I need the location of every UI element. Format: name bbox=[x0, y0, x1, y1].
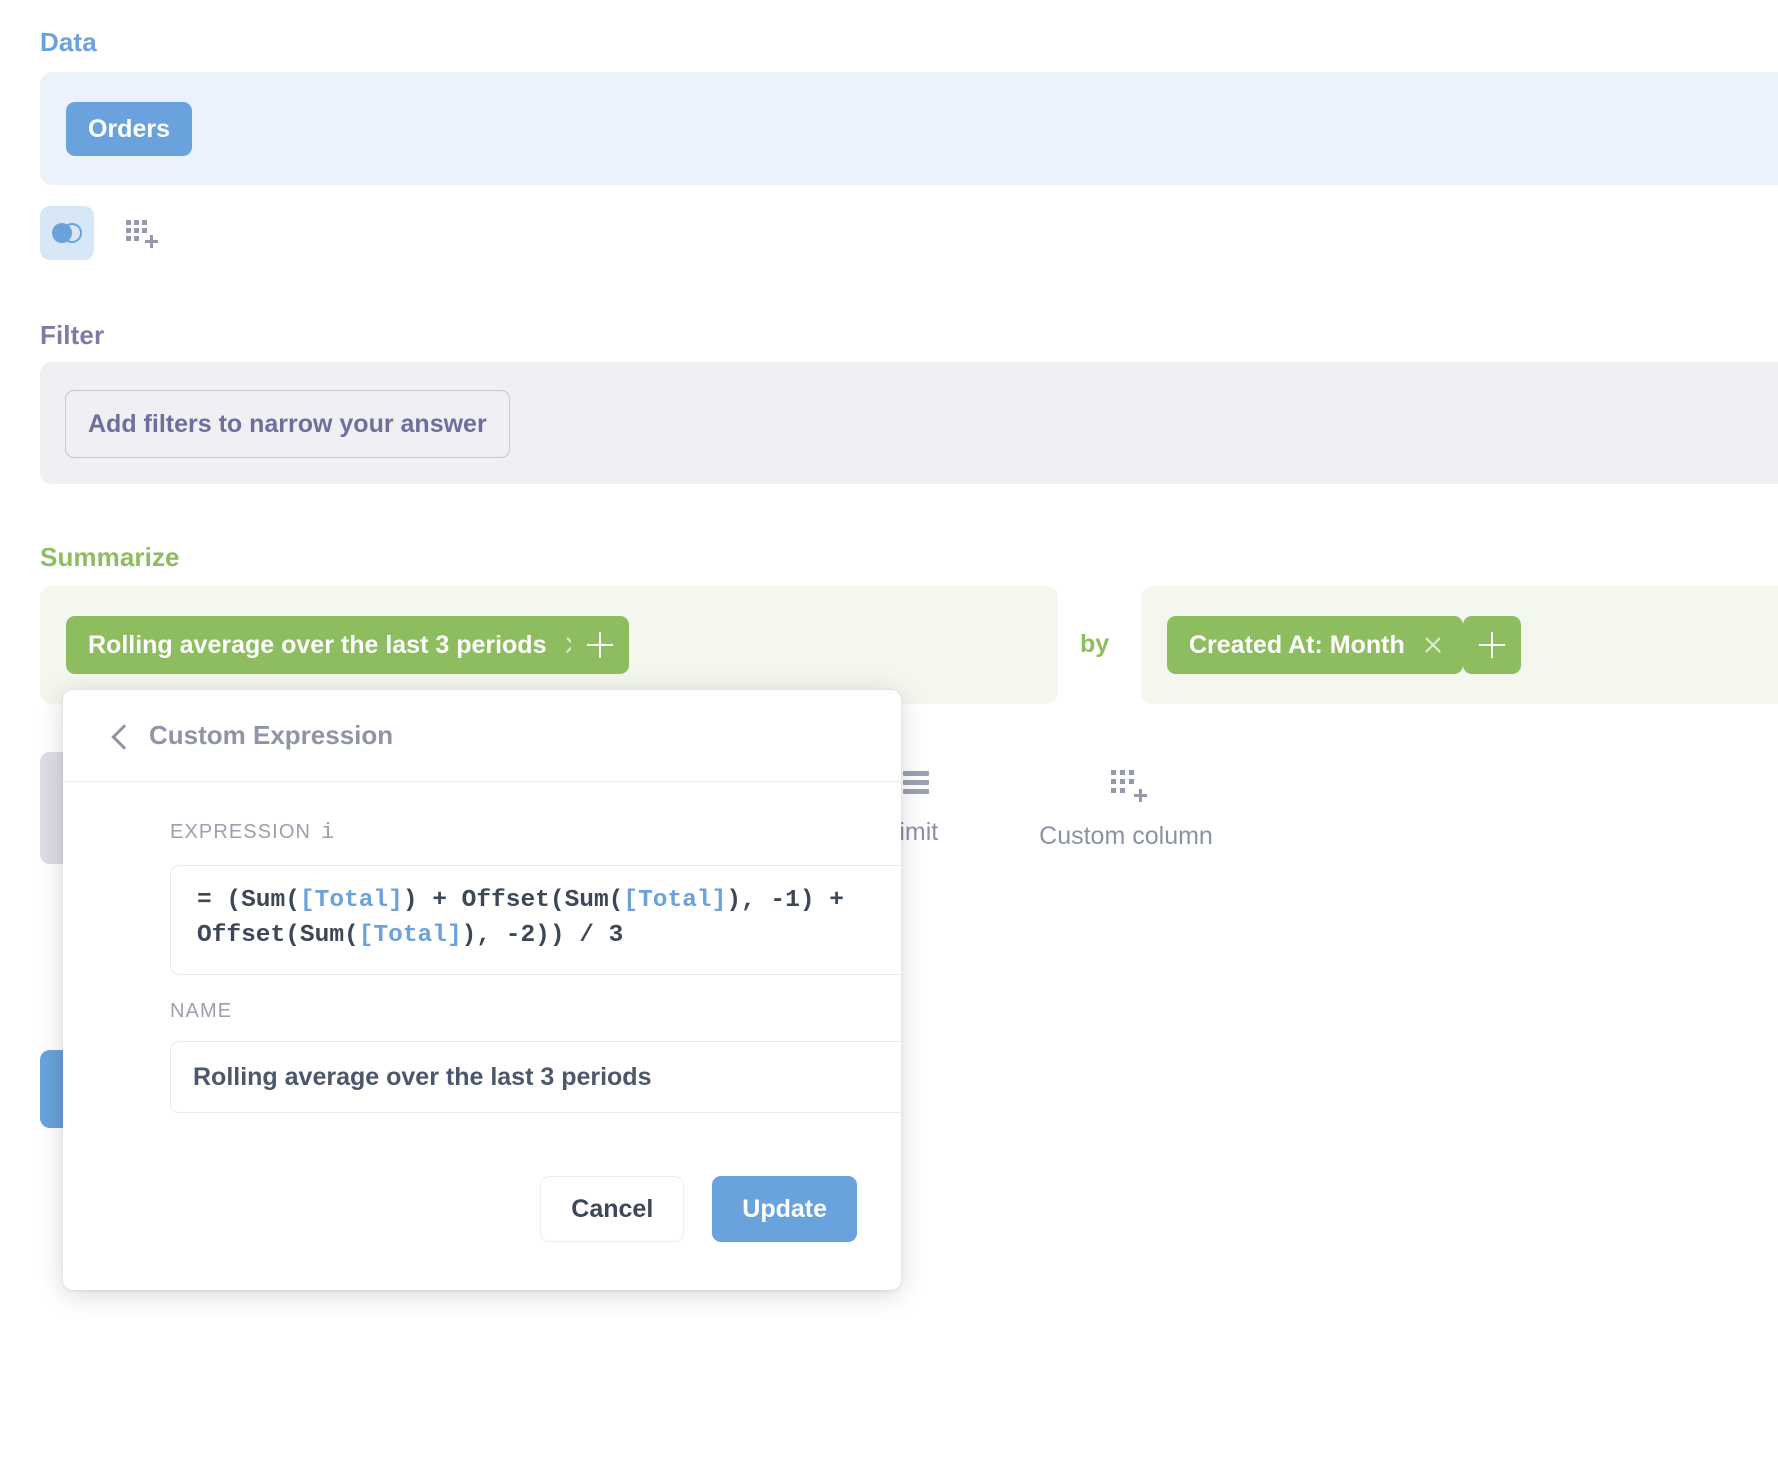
name-label: NAME bbox=[170, 1000, 901, 1023]
aggregation-chip[interactable]: Rolling average over the last 3 periods bbox=[66, 616, 604, 674]
grid-plus-icon bbox=[1111, 770, 1141, 800]
data-tools-row bbox=[40, 206, 166, 260]
add-filters-button[interactable]: Add filters to narrow your answer bbox=[65, 390, 510, 458]
update-button[interactable]: Update bbox=[712, 1176, 857, 1242]
plus-icon bbox=[1479, 632, 1505, 658]
modal-footer: Cancel Update bbox=[540, 1176, 857, 1242]
name-field-group: NAME bbox=[170, 1000, 901, 1113]
plus-icon bbox=[587, 632, 613, 658]
aggregation-chip-label: Rolling average over the last 3 periods bbox=[88, 631, 546, 660]
join-venn-icon bbox=[52, 223, 82, 243]
custom-column-button[interactable] bbox=[112, 206, 166, 260]
row-limit-bars-icon bbox=[903, 770, 929, 796]
summarize-by-label: by bbox=[1080, 630, 1109, 659]
summarize-breakout-band: Created At: Month bbox=[1141, 586, 1778, 704]
breakout-chip[interactable]: Created At: Month bbox=[1167, 616, 1463, 674]
modal-title: Custom Expression bbox=[149, 720, 393, 751]
summarize-section-label: Summarize bbox=[40, 542, 180, 573]
query-builder-notebook: Data Orders Filter Add filters to narrow… bbox=[0, 0, 1778, 1460]
chevron-left-icon[interactable] bbox=[109, 724, 133, 748]
join-data-button[interactable] bbox=[40, 206, 94, 260]
summarize-aggregation-band: Rolling average over the last 3 periods bbox=[40, 586, 1058, 704]
add-aggregation-button[interactable] bbox=[571, 616, 629, 674]
data-section-label: Data bbox=[40, 27, 97, 58]
grid-plus-icon bbox=[126, 220, 152, 246]
expression-input[interactable]: = (Sum([Total]) + Offset(Sum([Total]), -… bbox=[170, 865, 901, 975]
cancel-button[interactable]: Cancel bbox=[540, 1176, 684, 1242]
filter-section-label: Filter bbox=[40, 320, 104, 351]
expression-field-group: EXPRESSION i = (Sum([Total]) + Offset(Su… bbox=[170, 820, 901, 975]
close-icon[interactable] bbox=[1423, 635, 1443, 655]
custom-column-label: Custom column bbox=[1039, 822, 1213, 851]
name-input[interactable] bbox=[170, 1041, 901, 1113]
expression-label: EXPRESSION i bbox=[170, 820, 901, 845]
custom-expression-modal: Custom Expression EXPRESSION i = (Sum([T… bbox=[63, 690, 901, 1290]
modal-header: Custom Expression bbox=[63, 690, 901, 782]
custom-column-action[interactable]: Custom column bbox=[1036, 770, 1216, 851]
add-breakout-button[interactable] bbox=[1463, 616, 1521, 674]
info-icon[interactable]: i bbox=[321, 820, 335, 845]
data-section-band: Orders bbox=[40, 72, 1778, 185]
data-table-chip[interactable]: Orders bbox=[66, 102, 192, 156]
filter-section-band: Add filters to narrow your answer bbox=[40, 362, 1778, 484]
breakout-chip-label: Created At: Month bbox=[1189, 631, 1405, 660]
